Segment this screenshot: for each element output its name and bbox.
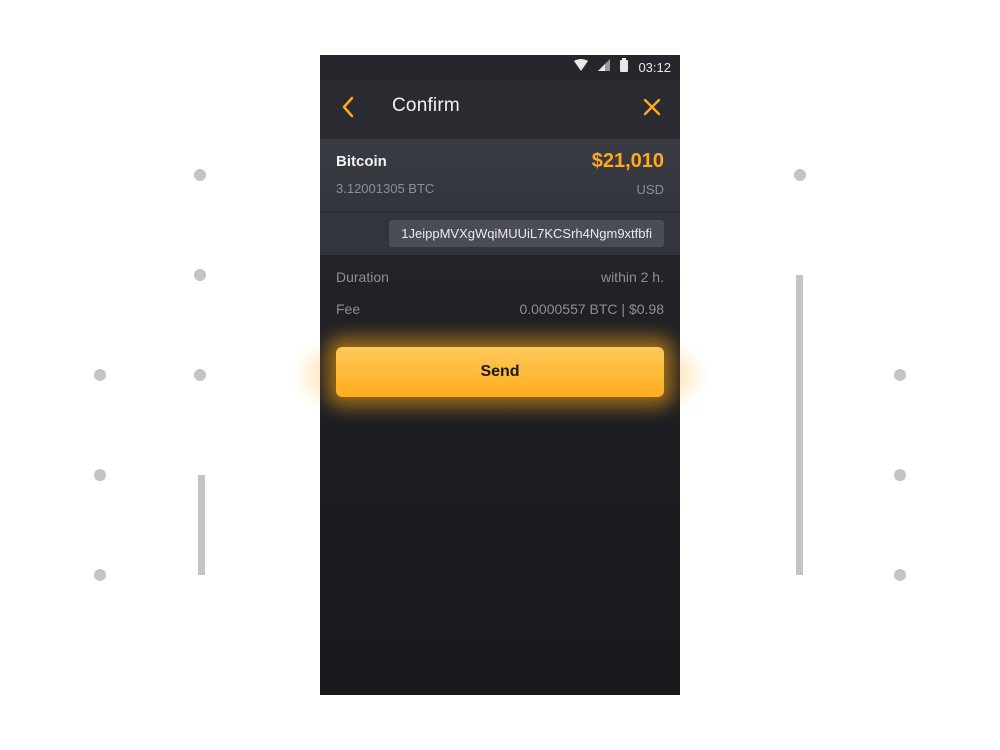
page-title: Confirm	[392, 95, 460, 116]
decor-dot	[194, 369, 206, 381]
coin-name: Bitcoin	[336, 153, 387, 170]
coin-amount: 3.12001305 BTC	[336, 181, 435, 196]
decor-dot	[94, 569, 106, 581]
battery-icon	[620, 57, 629, 77]
signal-icon	[598, 58, 611, 76]
asset-summary-top: Bitcoin 3.12001305 BTC $21,010 USD	[320, 139, 680, 211]
decor-dot	[894, 369, 906, 381]
header: Confirm	[320, 79, 680, 139]
decor-dot	[94, 369, 106, 381]
wifi-icon	[574, 58, 589, 76]
phone-screen: 03:12 Confirm Bitcoin 3.12001305 BTC $21…	[320, 55, 680, 695]
status-time: 03:12	[638, 59, 671, 75]
close-icon	[643, 98, 661, 121]
decor-dot	[894, 469, 906, 481]
close-button[interactable]	[634, 91, 670, 127]
fiat-currency: USD	[636, 182, 664, 197]
recipient-address[interactable]: 1JeippMVXgWqiMUUiL7KCSrh4Ngm9xtfbfi	[389, 220, 664, 247]
duration-row: Duration within 2 h.	[336, 269, 664, 285]
decor-dot	[794, 169, 806, 181]
decor-dot	[194, 269, 206, 281]
decor-dot	[894, 569, 906, 581]
fiat-value: $21,010	[591, 150, 664, 172]
decor-dot	[194, 169, 206, 181]
duration-label: Duration	[336, 269, 389, 285]
decor-dot	[94, 469, 106, 481]
back-button[interactable]	[330, 91, 366, 127]
divider	[320, 211, 680, 212]
duration-value: within 2 h.	[600, 269, 664, 285]
status-bar: 03:12	[320, 55, 680, 79]
asset-summary: Bitcoin 3.12001305 BTC $21,010 USD 1Jeip…	[320, 139, 680, 255]
fee-value: 0.0000557 BTC | $0.98	[519, 301, 664, 317]
decor-line	[796, 275, 803, 575]
send-button[interactable]: Send	[336, 347, 664, 397]
decor-line	[198, 475, 205, 575]
fee-row: Fee 0.0000557 BTC | $0.98	[336, 301, 664, 317]
chevron-left-icon	[341, 96, 355, 123]
fee-label: Fee	[336, 301, 361, 317]
